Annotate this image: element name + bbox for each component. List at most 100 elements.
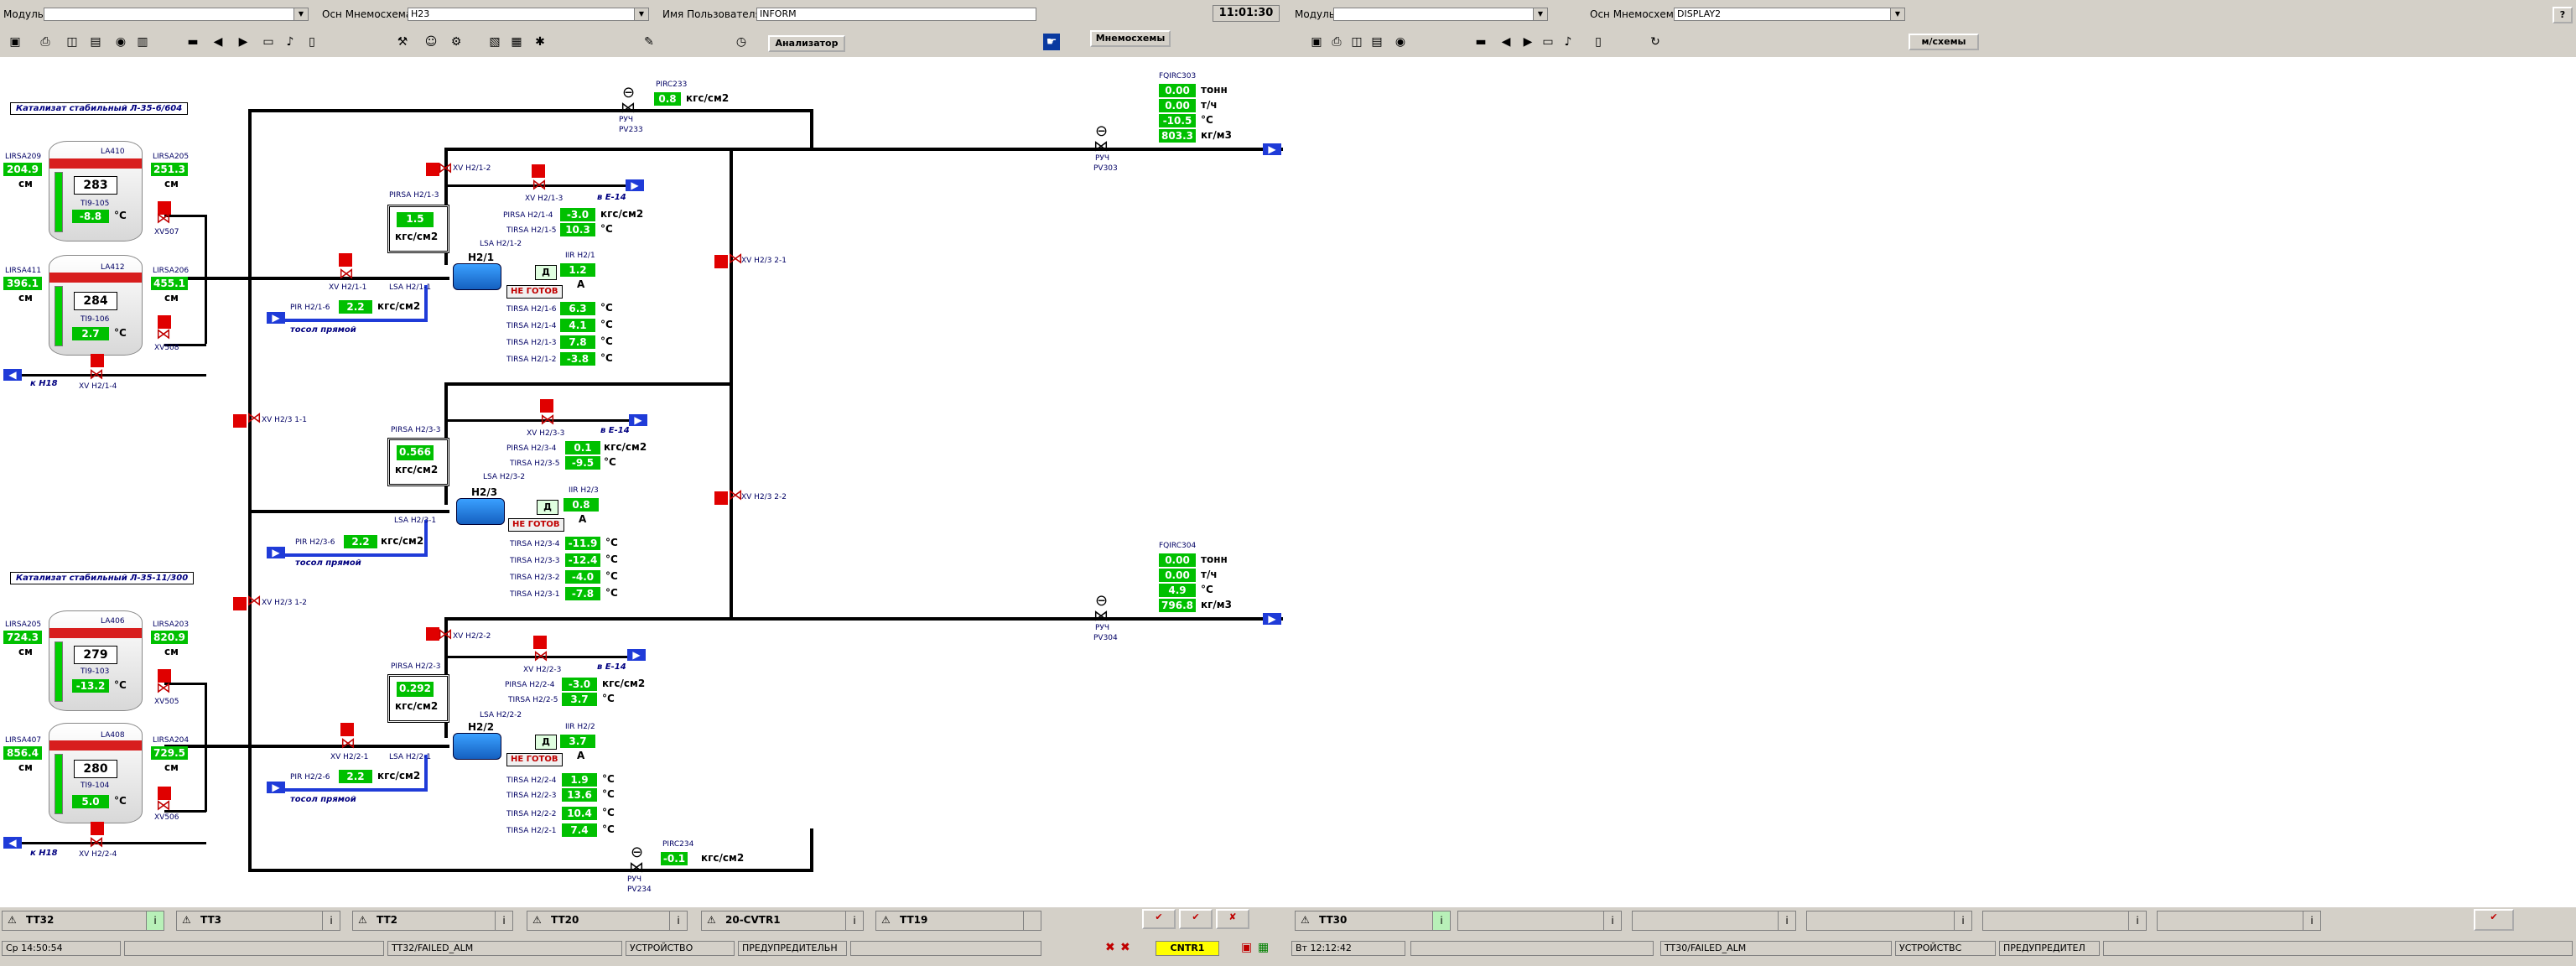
- display-icon[interactable]: ▣: [7, 34, 23, 50]
- alarm-item[interactable]: ⚠ TT32 i: [2, 911, 164, 931]
- folder-icon[interactable]: ▬: [184, 34, 201, 50]
- alarm-slot[interactable]: i: [1806, 911, 1972, 931]
- module-combo-right[interactable]: ▼: [1333, 8, 1548, 21]
- valve-icon[interactable]: ⋈: [156, 327, 171, 342]
- mnemo-combo-right[interactable]: DISPLAY2 ▼: [1674, 8, 1905, 21]
- alarm-horn-icon[interactable]: ✖: [1105, 941, 1115, 954]
- alarm-item[interactable]: ⚠ TT3 i: [176, 911, 340, 931]
- analyzer-button[interactable]: Анализатор: [768, 35, 845, 52]
- chart-icon[interactable]: ▥: [134, 34, 151, 50]
- valve-actuator[interactable]: [233, 414, 247, 428]
- info-button[interactable]: i: [1778, 911, 1795, 930]
- back-icon[interactable]: ◀: [1498, 34, 1514, 50]
- gear-icon[interactable]: ⚙: [448, 34, 465, 50]
- valve-icon[interactable]: ⋈: [156, 798, 171, 813]
- mnemo-button-right[interactable]: м/схемы: [1909, 34, 1979, 50]
- info-button[interactable]: i: [495, 911, 512, 930]
- hand-icon[interactable]: ☛: [1043, 34, 1060, 50]
- window-icon[interactable]: ◫: [64, 34, 80, 50]
- valve-icon[interactable]: ⋈: [89, 835, 104, 850]
- doc-icon[interactable]: ▯: [304, 34, 320, 50]
- control-valve-icon[interactable]: ⋈: [1093, 139, 1109, 154]
- doc-icon[interactable]: ▯: [1590, 34, 1607, 50]
- clock-icon[interactable]: ◷: [733, 34, 750, 50]
- valve-icon[interactable]: ⋈: [156, 211, 171, 226]
- valve-actuator[interactable]: [714, 255, 728, 268]
- valve-icon[interactable]: ⋈: [340, 736, 356, 751]
- alarm-item[interactable]: ⚠ 20-CVTR1 i: [701, 911, 864, 931]
- grid-icon[interactable]: ▦: [508, 34, 525, 50]
- alarm-item[interactable]: ⚠ TT19: [875, 911, 1041, 931]
- chevron-down-icon[interactable]: ▼: [293, 8, 308, 20]
- mnemo-button[interactable]: Мнемосхемы: [1090, 30, 1171, 47]
- pump-motor[interactable]: [453, 263, 501, 290]
- info-button[interactable]: i: [1954, 911, 1971, 930]
- info-button[interactable]: i: [146, 911, 164, 930]
- help-button[interactable]: ?: [2553, 7, 2573, 23]
- silence-button[interactable]: ✘: [1216, 909, 1249, 929]
- tiles-icon[interactable]: ▤: [1368, 34, 1385, 50]
- valve-icon[interactable]: ⋈: [247, 594, 262, 609]
- pump-motor[interactable]: [453, 733, 501, 760]
- user-field[interactable]: INFORM: [756, 8, 1036, 21]
- info-button[interactable]: i: [2303, 911, 2320, 930]
- valve-actuator[interactable]: [233, 597, 247, 610]
- valve-icon[interactable]: ⋈: [438, 627, 453, 642]
- note-icon[interactable]: ✎: [641, 34, 657, 50]
- copy-icon[interactable]: ▭: [1540, 34, 1556, 50]
- group-icon[interactable]: ◉: [112, 34, 129, 50]
- image-icon[interactable]: ▧: [486, 34, 503, 50]
- info-button[interactable]: i: [2128, 911, 2146, 930]
- alarm-item[interactable]: ⚠ TT20 i: [527, 911, 688, 931]
- valve-icon[interactable]: ⋈: [533, 649, 548, 664]
- alarm-item[interactable]: ⚠ TT30 i: [1295, 911, 1451, 931]
- alarm-item[interactable]: ⚠ TT2 i: [352, 911, 513, 931]
- alarm-slot[interactable]: i: [1457, 911, 1622, 931]
- print-icon[interactable]: ▣: [1241, 941, 1252, 954]
- group-icon[interactable]: ◉: [1392, 34, 1409, 50]
- users-icon[interactable]: ☺: [423, 34, 439, 50]
- ack-button-right[interactable]: ✔: [2474, 909, 2514, 931]
- info-button[interactable]: i: [669, 911, 687, 930]
- valve-icon[interactable]: ⋈: [540, 413, 555, 428]
- mnemo-combo[interactable]: Н23 ▼: [408, 8, 649, 21]
- print-icon[interactable]: ⎙: [1328, 34, 1345, 50]
- chevron-down-icon[interactable]: ▼: [1890, 8, 1904, 20]
- bell-icon[interactable]: ♪: [1560, 34, 1576, 50]
- alarm-slot[interactable]: i: [1982, 911, 2147, 931]
- display-icon[interactable]: ▣: [1308, 34, 1325, 50]
- folder-icon[interactable]: ▬: [1472, 34, 1489, 50]
- control-valve-icon[interactable]: ⋈: [621, 101, 636, 116]
- settings-icon[interactable]: ✱: [532, 34, 548, 50]
- ack-button[interactable]: ✔: [1142, 909, 1176, 929]
- valve-icon[interactable]: ⋈: [339, 267, 354, 282]
- valve-icon[interactable]: ⋈: [89, 367, 104, 382]
- forward-icon[interactable]: ▶: [1519, 34, 1536, 50]
- valve-icon[interactable]: ⋈: [156, 681, 171, 696]
- valve-actuator[interactable]: [714, 491, 728, 505]
- chevron-down-icon[interactable]: ▼: [1533, 8, 1547, 20]
- info-button[interactable]: i: [1603, 911, 1621, 930]
- copy-icon[interactable]: ▭: [260, 34, 277, 50]
- info-button[interactable]: i: [845, 911, 863, 930]
- control-valve-icon[interactable]: ⋈: [629, 860, 644, 875]
- window-icon[interactable]: ◫: [1348, 34, 1365, 50]
- control-valve-icon[interactable]: ⋈: [1093, 609, 1109, 624]
- info-button[interactable]: i: [322, 911, 340, 930]
- valve-icon[interactable]: ⋈: [438, 161, 453, 176]
- print-icon[interactable]: ⎙: [37, 34, 54, 50]
- alarm-horn-icon[interactable]: ✖: [1120, 941, 1130, 954]
- chevron-down-icon[interactable]: ▼: [634, 8, 648, 20]
- tools-icon[interactable]: ⚒: [394, 34, 411, 50]
- info-button[interactable]: [1023, 911, 1041, 930]
- tiles-icon[interactable]: ▤: [87, 34, 104, 50]
- alarm-slot[interactable]: i: [2157, 911, 2321, 931]
- forward-icon[interactable]: ▶: [235, 34, 252, 50]
- valve-icon[interactable]: ⋈: [247, 411, 262, 426]
- ack-all-button[interactable]: ✔: [1179, 909, 1213, 929]
- back-icon[interactable]: ◀: [210, 34, 226, 50]
- valve-icon[interactable]: ⋈: [532, 178, 547, 193]
- pump-motor[interactable]: [456, 498, 505, 525]
- info-button[interactable]: i: [1432, 911, 1450, 930]
- bell-icon[interactable]: ♪: [282, 34, 299, 50]
